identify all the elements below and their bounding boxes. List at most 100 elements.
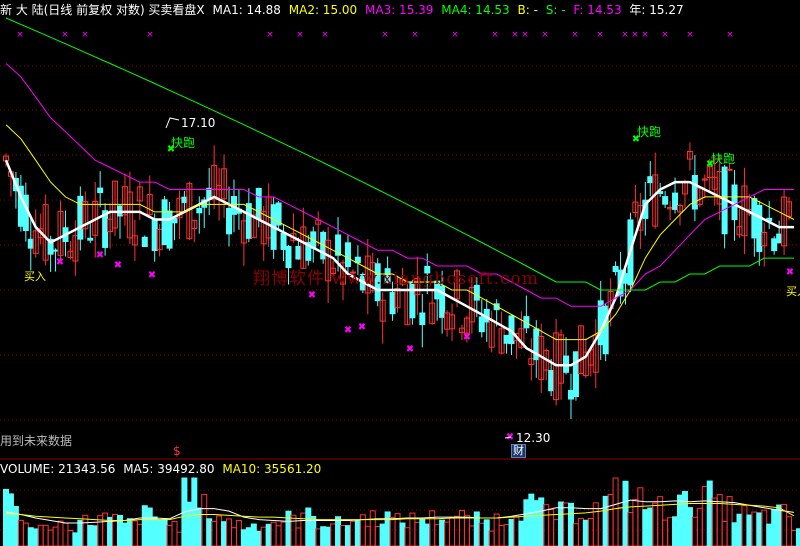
volume-bar bbox=[686, 507, 693, 546]
low-signal-marker: ✖ bbox=[308, 290, 316, 301]
volume-bar bbox=[741, 505, 748, 546]
volume-bar bbox=[255, 530, 262, 546]
high-price-label: 17.10 bbox=[181, 116, 216, 130]
volume-bar bbox=[503, 524, 510, 546]
low-signal-marker: ✖ bbox=[344, 325, 352, 336]
volume-bar bbox=[672, 516, 679, 546]
volume-bar bbox=[240, 529, 247, 546]
volume-bar bbox=[330, 523, 337, 546]
year-legend: 年: 15.27 bbox=[629, 3, 684, 17]
volume-bar bbox=[657, 496, 664, 546]
volume-bar bbox=[191, 477, 198, 546]
volume-bar bbox=[77, 519, 84, 546]
candle-down bbox=[672, 192, 679, 210]
top-signal-marker: × bbox=[296, 30, 304, 40]
ma3-legend: MA3: 15.39 bbox=[365, 3, 434, 17]
volume-bar bbox=[538, 497, 545, 546]
volume-bar bbox=[518, 520, 525, 546]
volume-bar bbox=[453, 515, 460, 546]
candle-down bbox=[151, 219, 158, 252]
volume-bar bbox=[27, 527, 34, 546]
candle-down bbox=[647, 176, 654, 184]
volume-bar bbox=[766, 523, 773, 546]
top-signal-marker: × bbox=[511, 30, 519, 40]
volume-bar bbox=[221, 521, 228, 546]
volume-bar bbox=[528, 493, 535, 546]
candle-down bbox=[52, 249, 59, 252]
volume-bar bbox=[587, 517, 594, 546]
volume-bar bbox=[206, 518, 213, 546]
volume-bar bbox=[731, 522, 738, 546]
volume-bar bbox=[463, 514, 470, 546]
candle-down bbox=[161, 199, 168, 246]
candle-down bbox=[478, 316, 485, 333]
volume-bar bbox=[374, 526, 381, 546]
top-signal-marker: × bbox=[726, 30, 734, 40]
volume-bar bbox=[711, 497, 718, 546]
candle-down bbox=[503, 334, 510, 344]
low-signal-marker: ✖ bbox=[786, 267, 794, 278]
volume-bar bbox=[52, 526, 59, 546]
volume-bar bbox=[468, 525, 475, 546]
run-label-1: 快跑 bbox=[171, 136, 196, 150]
volume-bar bbox=[42, 524, 49, 546]
low-signal-marker: ✖ bbox=[148, 270, 156, 281]
top-signal-marker: × bbox=[61, 30, 69, 40]
volume-bar bbox=[344, 525, 351, 546]
top-signal-marker: × bbox=[621, 30, 629, 40]
volume-bar bbox=[558, 501, 565, 546]
low-signal-marker: ✖ bbox=[463, 332, 471, 343]
ma5-legend: MA5: 39492.80 bbox=[123, 462, 215, 476]
volume-bar bbox=[121, 522, 128, 546]
top-signal-marker: × bbox=[16, 30, 24, 40]
top-signal-marker: × bbox=[381, 30, 389, 40]
top-signal-marker: × bbox=[266, 30, 274, 40]
candle-down bbox=[226, 207, 233, 235]
run-label-2: 快跑 bbox=[637, 125, 662, 139]
top-signal-marker: × bbox=[146, 30, 154, 40]
top-signal-marker: × bbox=[411, 30, 419, 40]
volume-bar bbox=[746, 514, 753, 546]
volume-bar bbox=[696, 507, 703, 546]
candle-down bbox=[771, 238, 778, 252]
buy-label-1: 买入 bbox=[24, 270, 46, 283]
volume-bar bbox=[439, 519, 446, 546]
volume-bar bbox=[171, 520, 178, 546]
volume-bar bbox=[186, 501, 193, 546]
top-signal-marker: × bbox=[661, 30, 669, 40]
volume-bar bbox=[315, 528, 322, 546]
candle-down bbox=[597, 300, 604, 346]
volume-bar bbox=[57, 520, 64, 546]
volume-bar bbox=[12, 506, 19, 546]
volume-bar bbox=[151, 516, 158, 546]
volume-bar bbox=[513, 516, 520, 546]
volume-bar bbox=[721, 520, 728, 546]
volume-bar bbox=[265, 523, 272, 546]
volume-bar bbox=[226, 518, 233, 546]
volume-bar bbox=[201, 493, 208, 546]
volume-bar bbox=[245, 527, 252, 546]
low-signal-marker: ✖ bbox=[114, 260, 122, 271]
volume-bar bbox=[434, 524, 441, 546]
volume-bar bbox=[146, 507, 153, 546]
volume-bar bbox=[290, 514, 297, 546]
volume-bar bbox=[305, 507, 312, 546]
volume-bar bbox=[156, 519, 163, 546]
candle-down bbox=[548, 370, 555, 392]
volume-bar bbox=[379, 523, 386, 546]
candle-down bbox=[572, 351, 579, 397]
low-signal-marker: ✖ bbox=[358, 322, 366, 333]
volume-bar bbox=[22, 522, 29, 546]
candle-down bbox=[196, 208, 203, 214]
volume-bar bbox=[473, 511, 480, 546]
volume-bar bbox=[677, 494, 684, 546]
volume-bar bbox=[141, 505, 148, 546]
dollar-marker: $ bbox=[173, 444, 181, 458]
volume-bar bbox=[508, 518, 515, 546]
candle-up bbox=[726, 168, 733, 171]
volume-bar bbox=[166, 524, 173, 546]
top-signal-marker: × bbox=[571, 30, 579, 40]
volume-bar bbox=[87, 524, 94, 546]
s-legend: S: - bbox=[545, 3, 566, 17]
volume-bar bbox=[563, 502, 570, 546]
